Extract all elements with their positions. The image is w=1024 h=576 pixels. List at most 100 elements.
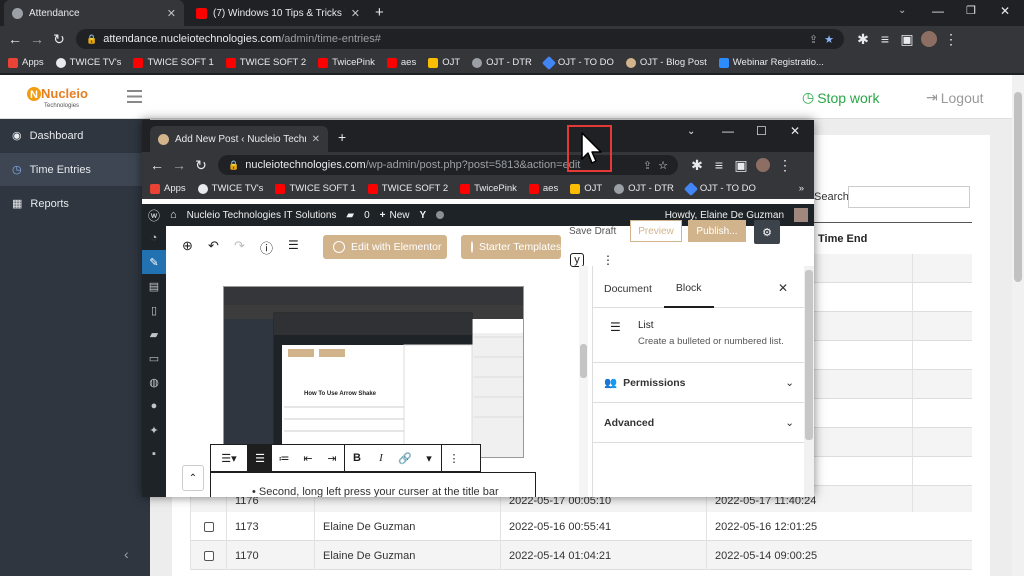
folder-icon[interactable]: ▭ bbox=[142, 346, 166, 370]
menu-icon[interactable]: ⋮ bbox=[774, 154, 796, 176]
more-options-icon[interactable]: ⋮ bbox=[602, 253, 614, 267]
row-checkbox[interactable] bbox=[203, 521, 214, 532]
appearance-icon[interactable]: ◍ bbox=[142, 370, 166, 394]
star-icon[interactable]: ☆ bbox=[658, 159, 668, 172]
share-icon[interactable]: ⇪ bbox=[643, 159, 652, 172]
window-close-icon[interactable]: ✕ bbox=[1000, 4, 1010, 18]
tab-document[interactable]: Document bbox=[592, 270, 664, 308]
edit-with-elementor-button[interactable]: Edit with Elementor bbox=[323, 235, 447, 259]
search-input[interactable] bbox=[848, 186, 970, 208]
avatar[interactable] bbox=[752, 154, 774, 176]
link-icon[interactable]: 🔗 bbox=[393, 445, 417, 471]
embedded-screenshot-image[interactable]: How To Use Arrow Shake bbox=[223, 286, 524, 458]
sidebar-item-dashboard[interactable]: ◉ Dashboard bbox=[0, 119, 150, 152]
redo-icon[interactable]: ↷ bbox=[234, 238, 245, 254]
settings-gear-icon[interactable]: ⚙ bbox=[754, 220, 780, 244]
share-icon[interactable]: ⇪ bbox=[809, 33, 818, 46]
tools-icon[interactable]: ✦ bbox=[142, 418, 166, 442]
address-bar[interactable]: 🔒 attendance.nucleiotechnologies.com/adm… bbox=[76, 29, 844, 49]
block-options-icon[interactable]: ⋮ bbox=[442, 445, 466, 471]
bookmark-twice-soft-2[interactable]: TWICE SOFT 2 bbox=[225, 57, 306, 68]
extensions-icon[interactable]: ✱ bbox=[852, 28, 874, 50]
dashboard-icon[interactable]: ◔ bbox=[142, 226, 166, 250]
bookmark-ojt[interactable]: OJT bbox=[428, 57, 460, 68]
bookmark-twicepink[interactable]: TwicePink bbox=[318, 57, 375, 68]
bookmark-ojt-todo[interactable]: OJT - TO DO bbox=[683, 181, 756, 196]
comments-icon[interactable]: ▰ bbox=[142, 322, 166, 346]
yoast-icon[interactable]: Y bbox=[420, 210, 427, 221]
list-view-icon[interactable]: ☰ bbox=[288, 238, 299, 252]
row-checkbox[interactable] bbox=[203, 550, 214, 561]
avatar[interactable] bbox=[918, 28, 940, 50]
bookmark-twice-tv[interactable]: TWICE TV's bbox=[55, 57, 121, 68]
permissions-section[interactable]: 👥 Permissions ⌄ bbox=[592, 363, 804, 403]
tab-search-icon[interactable]: ⌄ bbox=[898, 5, 906, 16]
hamburger-menu-icon[interactable] bbox=[127, 90, 142, 103]
panel-scroll-thumb[interactable] bbox=[805, 270, 813, 440]
minimize-icon[interactable]: — bbox=[932, 4, 944, 18]
forward-arrow-icon[interactable]: → bbox=[168, 154, 190, 176]
close-icon[interactable]: ✕ bbox=[778, 281, 788, 295]
close-icon[interactable]: ✕ bbox=[312, 134, 320, 145]
tab-add-new-post[interactable]: Add New Post ‹ Nucleio Technolo ✕ bbox=[150, 126, 328, 152]
pages-icon[interactable]: ▯ bbox=[142, 298, 166, 322]
tab-attendance[interactable]: Attendance ✕ bbox=[4, 0, 184, 26]
close-icon[interactable]: ✕ bbox=[351, 7, 360, 20]
restore-icon[interactable]: ❐ bbox=[966, 4, 976, 17]
side-panel-icon[interactable]: ▣ bbox=[730, 154, 752, 176]
back-arrow-icon[interactable]: ← bbox=[146, 154, 168, 176]
undo-icon[interactable]: ↶ bbox=[208, 238, 219, 254]
bookmark-ojt[interactable]: OJT bbox=[570, 183, 602, 194]
pin-icon[interactable]: ✎ bbox=[142, 250, 166, 274]
minimize-icon[interactable]: — bbox=[722, 124, 734, 138]
save-draft-button[interactable]: Save Draft bbox=[569, 226, 616, 237]
bookmark-aes[interactable]: aes bbox=[386, 57, 416, 68]
menu-icon[interactable]: ⋮ bbox=[940, 28, 962, 50]
logout-button[interactable]: ⇥ Logout bbox=[926, 89, 984, 106]
page-scroll-thumb[interactable] bbox=[1014, 92, 1022, 282]
ordered-list-icon[interactable]: ≔ bbox=[272, 445, 296, 471]
back-arrow-icon[interactable]: ← bbox=[4, 28, 26, 50]
stop-work-button[interactable]: ◷ Stop work bbox=[802, 89, 879, 106]
reading-list-icon[interactable]: ≡ bbox=[874, 28, 896, 50]
tab-youtube[interactable]: (7) Windows 10 Tips & Tricks You ✕ bbox=[188, 0, 368, 26]
bookmark-ojt-blog[interactable]: OJT - Blog Post bbox=[625, 57, 707, 68]
more-formats-icon[interactable]: ▾ bbox=[417, 445, 441, 471]
column-header-time-end[interactable]: Time End bbox=[818, 233, 867, 245]
users-icon[interactable]: ● bbox=[142, 394, 166, 418]
list-block-switcher-icon[interactable]: ☰▾ bbox=[211, 445, 247, 471]
settings-icon[interactable]: ▪ bbox=[142, 442, 166, 466]
sidebar-item-time-entries[interactable]: ◷ Time Entries bbox=[0, 153, 150, 186]
comments-icon[interactable]: ▰ bbox=[346, 210, 354, 221]
bookmark-ojt-todo[interactable]: OJT - TO DO bbox=[541, 55, 614, 70]
logo[interactable]: N Nucleio Technologies bbox=[26, 83, 96, 113]
move-up-icon[interactable]: ⌃ bbox=[182, 465, 204, 491]
chevron-left-icon[interactable]: ‹ bbox=[124, 546, 129, 562]
add-block-icon[interactable]: ⊕ bbox=[182, 238, 193, 254]
info-icon[interactable]: ⓘ bbox=[260, 238, 273, 257]
site-name-link[interactable]: Nucleio Technologies IT Solutions bbox=[187, 210, 337, 221]
bookmark-ojt-dtr[interactable]: OJT - DTR bbox=[472, 57, 532, 68]
bookmark-twice-soft-1[interactable]: TWICE SOFT 1 bbox=[275, 183, 356, 194]
bookmark-apps[interactable]: Apps bbox=[150, 183, 186, 194]
reading-list-icon[interactable]: ≡ bbox=[708, 154, 730, 176]
wordpress-icon[interactable]: ⓦ bbox=[148, 207, 160, 224]
bold-icon[interactable]: B bbox=[345, 445, 369, 471]
new-link[interactable]: New bbox=[390, 210, 410, 221]
bookmark-ojt-dtr[interactable]: OJT - DTR bbox=[614, 183, 674, 194]
more-bookmarks-button[interactable]: » bbox=[799, 183, 804, 194]
maximize-icon[interactable]: ☐ bbox=[756, 124, 767, 138]
new-tab-button[interactable]: + bbox=[338, 129, 346, 145]
bookmark-webinar[interactable]: Webinar Registratio... bbox=[718, 57, 824, 68]
reload-icon[interactable]: ↻ bbox=[48, 28, 70, 50]
outdent-icon[interactable]: ⇤ bbox=[296, 445, 320, 471]
avatar[interactable] bbox=[794, 208, 808, 222]
window-close-icon[interactable]: ✕ bbox=[790, 124, 800, 138]
media-icon[interactable]: ▤ bbox=[142, 274, 166, 298]
close-icon[interactable]: ✕ bbox=[167, 7, 176, 20]
star-icon[interactable]: ★ bbox=[824, 33, 834, 46]
bookmark-twice-tv[interactable]: TWICE TV's bbox=[197, 183, 263, 194]
tab-search-icon[interactable]: ⌄ bbox=[687, 126, 695, 137]
editor-scroll-thumb[interactable] bbox=[580, 344, 587, 378]
extensions-icon[interactable]: ✱ bbox=[686, 154, 708, 176]
